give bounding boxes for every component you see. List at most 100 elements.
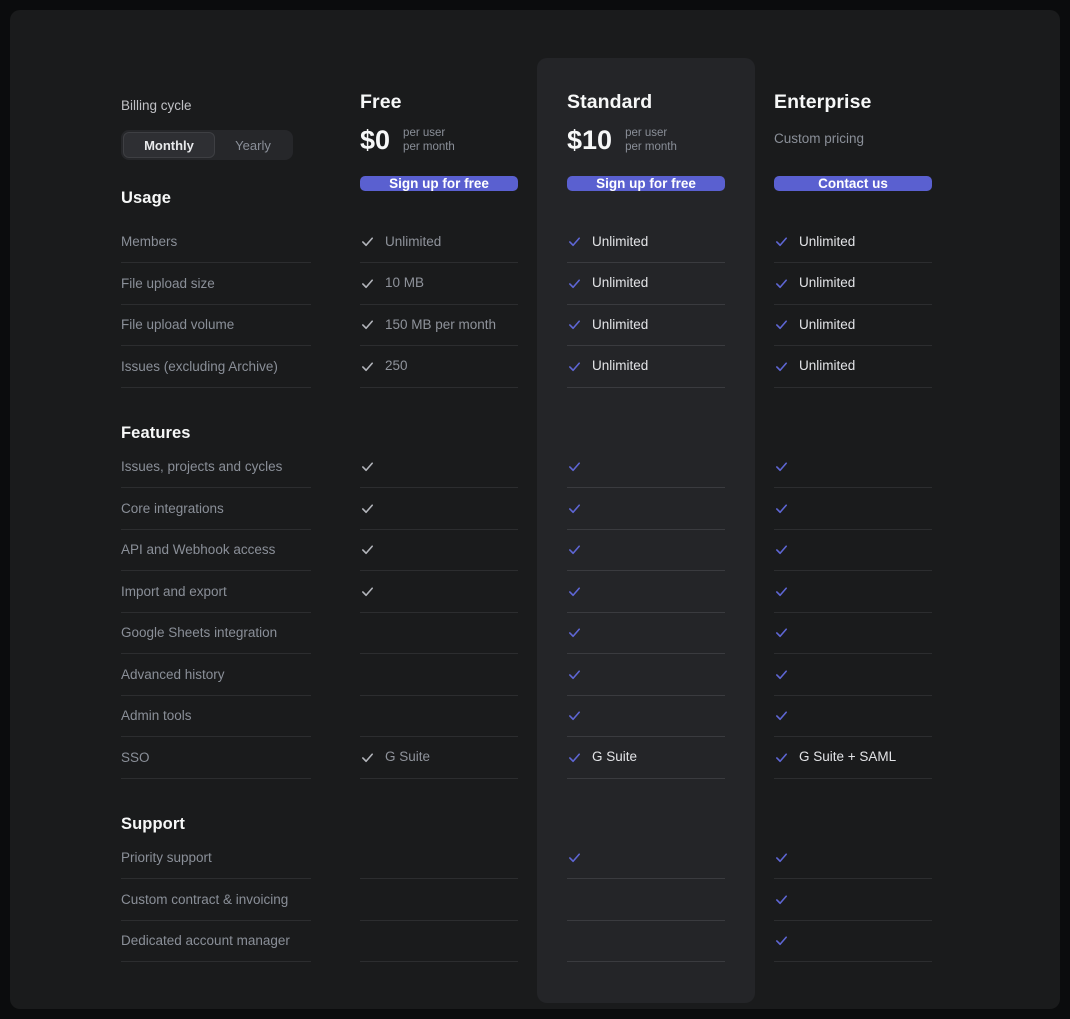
feature-label: Issues (excluding Archive) [121,346,311,388]
feature-value-enterprise [774,838,932,879]
check-icon [567,234,582,249]
feature-value-enterprise: G Suite + SAML [774,737,932,779]
feature-value-enterprise [774,530,932,571]
check-icon [774,234,789,249]
feature-value-text: Unlimited [799,316,856,332]
check-icon [360,317,375,332]
feature-value-standard [567,696,725,737]
feature-value-free [360,488,518,530]
feature-value-enterprise [774,571,932,613]
feature-value-free: 150 MB per month [360,305,518,346]
pricing-rows: Usage Members Unlimited Unlimited Unlimited F… [121,180,942,962]
feature-value-free [360,571,518,613]
price-note-line1: per user [625,127,668,139]
section-title: Features [121,423,191,442]
feature-value-enterprise [774,447,932,488]
feature-label: File upload volume [121,305,311,346]
feature-value-free [360,879,518,921]
feature-row: File upload size 10 MB Unlimited Unlimited [121,263,942,305]
check-icon [360,359,375,374]
feature-row: Admin tools [121,696,942,737]
feature-value-standard [567,447,725,488]
feature-value-enterprise [774,613,932,654]
feature-label: Dedicated account manager [121,921,311,962]
feature-value-enterprise [774,879,932,921]
check-icon [567,459,582,474]
feature-value-enterprise: Unlimited [774,222,932,263]
feature-value-enterprise [774,921,932,962]
plan-header-free: Free $0 per user per month Sign up for f… [360,10,518,191]
price-note-line2: per month [625,140,677,153]
signup-free-button[interactable]: Sign up for free [360,176,518,191]
feature-value-enterprise [774,654,932,696]
billing-cycle-toggle[interactable]: Monthly Yearly [121,130,293,160]
check-icon [774,850,789,865]
feature-value-standard [567,838,725,879]
feature-label: Core integrations [121,488,311,530]
section-title: Support [121,814,185,833]
header-row: Billing cycle Monthly Yearly Free $0 per… [121,10,942,191]
feature-value-text: Unlimited [592,233,649,249]
feature-row: Google Sheets integration [121,613,942,654]
price-note: per user per month [403,127,455,154]
feature-label: Google Sheets integration [121,613,311,654]
feature-label: Priority support [121,838,311,879]
feature-value-text: Unlimited [592,358,649,374]
check-icon [774,276,789,291]
check-icon [360,276,375,291]
check-icon [360,459,375,474]
feature-value-standard: Unlimited [567,305,725,346]
feature-row: Members Unlimited Unlimited Unlimited [121,222,942,263]
check-icon [567,584,582,599]
plan-name-enterprise: Enterprise [774,91,872,113]
feature-value-free: Unlimited [360,222,518,263]
feature-value-enterprise: Unlimited [774,263,932,305]
price-amount: $10 [567,125,613,155]
section-heading-row: Features [121,388,942,447]
check-icon [567,501,582,516]
feature-row: Import and export [121,571,942,613]
feature-value-free [360,654,518,696]
contact-us-button[interactable]: Contact us [774,176,932,191]
signup-standard-button[interactable]: Sign up for free [567,176,725,191]
plan-header-standard: Standard $10 per user per month Sign up … [567,10,725,191]
feature-label: SSO [121,737,311,779]
price-note-line2: per month [403,140,455,153]
feature-value-enterprise: Unlimited [774,305,932,346]
feature-row: Core integrations [121,488,942,530]
check-icon [774,750,789,765]
check-icon [774,933,789,948]
feature-value-free [360,921,518,962]
plan-name-standard: Standard [567,91,653,113]
feature-value-text: 150 MB per month [385,316,497,332]
custom-pricing-label: Custom pricing [774,131,865,146]
section-title: Usage [121,188,172,207]
feature-row: Issues, projects and cycles [121,447,942,488]
feature-value-free [360,530,518,571]
price-amount: $0 [360,125,391,155]
feature-value-enterprise: Unlimited [774,346,932,388]
feature-value-text: Unlimited [592,316,649,332]
feature-value-standard [567,654,725,696]
pricing-panel: Billing cycle Monthly Yearly Free $0 per… [10,10,1060,1009]
price-note: per user per month [625,127,677,154]
feature-value-standard: Unlimited [567,263,725,305]
billing-toggle-monthly[interactable]: Monthly [123,132,215,158]
check-icon [567,750,582,765]
section-heading-features: Features [121,388,311,447]
feature-label: Advanced history [121,654,311,696]
feature-label: File upload size [121,263,311,305]
feature-value-free [360,447,518,488]
feature-value-standard [567,879,725,921]
feature-value-free [360,696,518,737]
feature-value-standard [567,921,725,962]
feature-value-text: Unlimited [799,233,856,249]
feature-value-enterprise [774,488,932,530]
check-icon [360,542,375,557]
check-icon [774,584,789,599]
billing-toggle-yearly[interactable]: Yearly [215,132,291,158]
feature-row: Issues (excluding Archive) 250 Unlimited Un… [121,346,942,388]
check-icon [774,625,789,640]
feature-value-standard [567,571,725,613]
feature-value-standard: G Suite [567,737,725,779]
